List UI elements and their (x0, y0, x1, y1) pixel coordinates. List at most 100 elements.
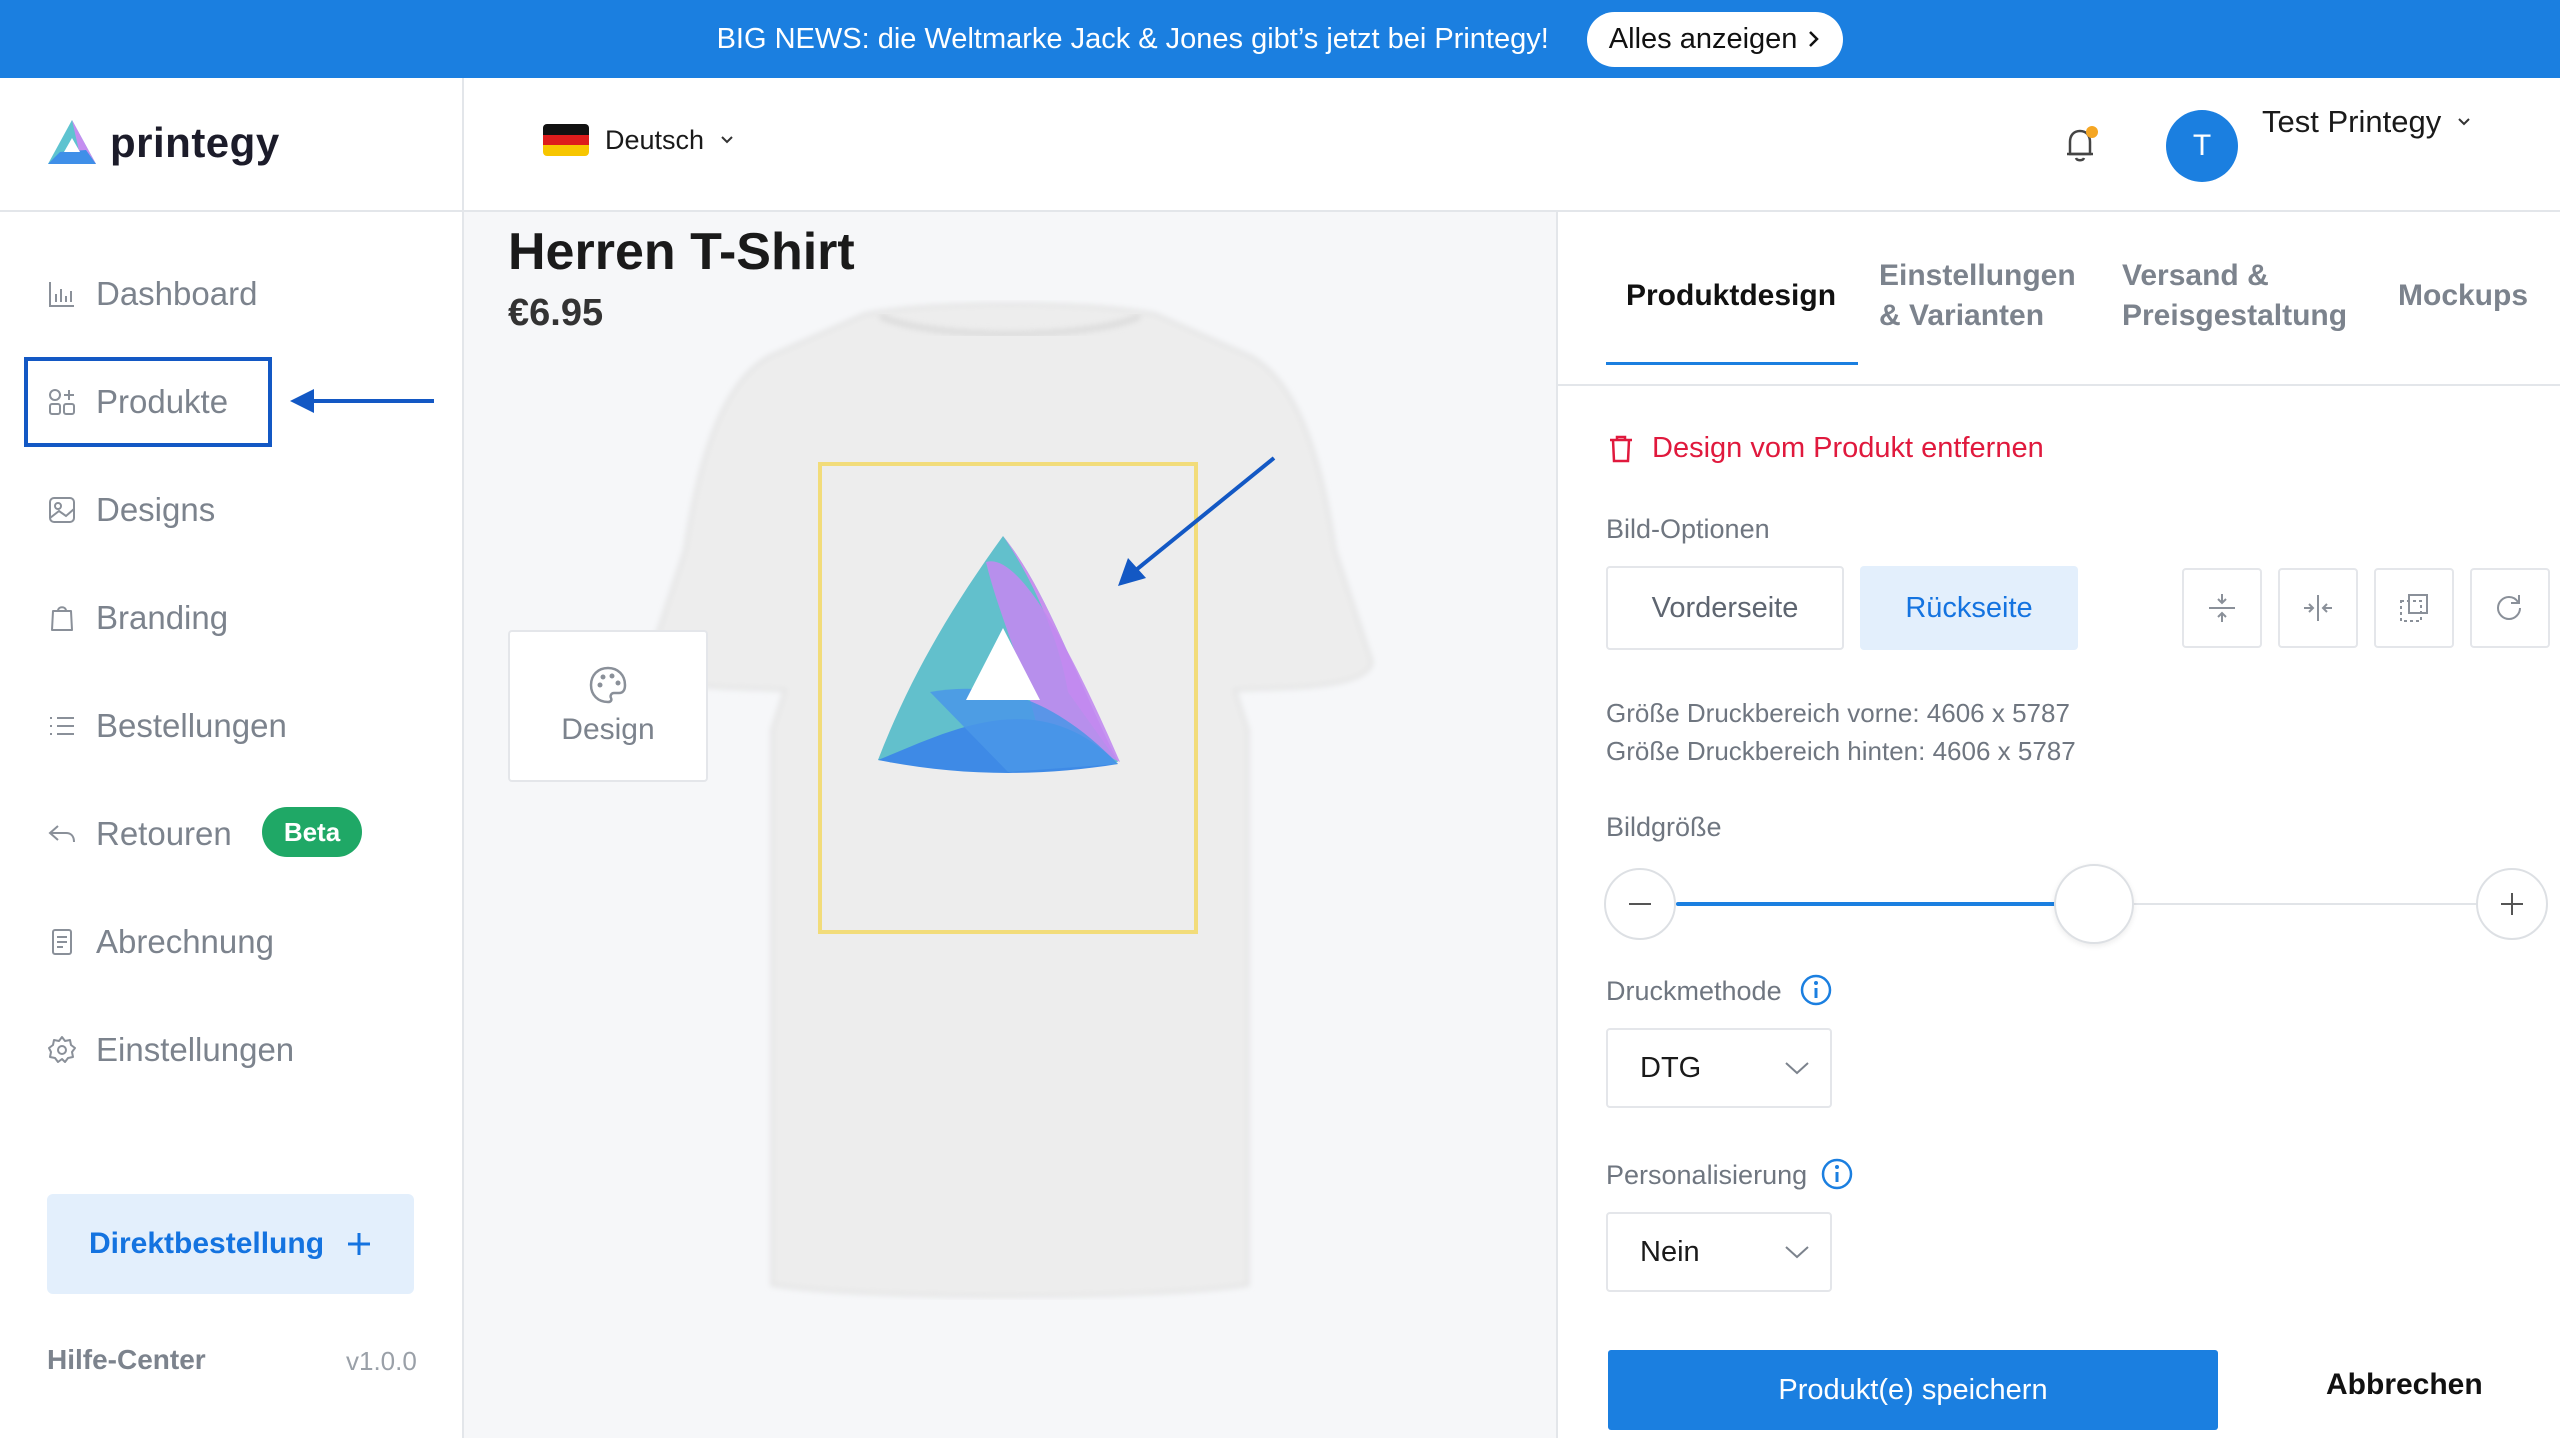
annotation-arrow-diagonal-icon (1118, 456, 1276, 586)
save-product-label: Produkt(e) speichern (1778, 1373, 2048, 1406)
plus-icon (2501, 893, 2523, 915)
sidebar-item-dashboard[interactable]: Dashboard (46, 264, 257, 324)
direct-order-button[interactable]: Direktbestellung (47, 1194, 414, 1294)
design-button[interactable]: Design (508, 630, 708, 782)
banner-text: BIG NEWS: die Weltmarke Jack & Jones gib… (716, 22, 1549, 55)
rotate-button[interactable] (2470, 568, 2550, 648)
chevron-right-icon (1809, 31, 1820, 47)
list-icon (50, 717, 74, 735)
chevron-down-icon (721, 136, 733, 144)
center-horizontal-button[interactable] (2278, 568, 2358, 648)
image-size-label: Bildgröße (1606, 812, 1722, 842)
image-size-slider-fill (1676, 902, 2095, 906)
sidebar-item-branding[interactable]: Branding (46, 588, 228, 648)
sidebar-item-label: Designs (96, 491, 216, 528)
info-icon[interactable] (1799, 973, 1833, 1007)
avatar-initial: T (2192, 129, 2212, 162)
document-icon (52, 929, 72, 955)
sidebar-item-label: Einstellungen (96, 1031, 295, 1068)
personalization-select[interactable]: Nein (1606, 1212, 1832, 1292)
sidebar-item-label: Abrechnung (96, 923, 274, 960)
user-menu[interactable]: Test Printegy (2262, 104, 2471, 140)
trash-icon (1610, 435, 1632, 462)
sidebar-item-label: Bestellungen (96, 707, 287, 744)
print-method-label: Druckmethode (1606, 976, 1782, 1006)
design-logo-image[interactable] (868, 532, 1138, 778)
language-selector[interactable]: Deutsch (543, 124, 734, 156)
size-decrease-button[interactable] (1604, 868, 1676, 940)
panel-divider (1556, 212, 1558, 1438)
tab-mockups[interactable]: Mockups (2398, 276, 2528, 316)
plus-icon (348, 1233, 371, 1255)
tab-label-line1: Einstellungen (1879, 259, 2076, 292)
print-method-select[interactable]: DTG (1606, 1028, 1832, 1108)
sidebar-item-label: Retouren (96, 815, 232, 852)
front-side-button[interactable]: Vorderseite (1606, 566, 1844, 650)
align-center-vertical-icon (2209, 594, 2235, 622)
rotate-icon (2496, 595, 2521, 621)
product-price: €6.95 (508, 292, 604, 334)
tab-label-line2: Preisgestaltung (2122, 299, 2348, 332)
cancel-button[interactable]: Abbrechen (2326, 1368, 2483, 1402)
user-name: Test Printegy (2262, 104, 2442, 139)
tab-label: Mockups (2398, 279, 2529, 312)
tabs-divider (1558, 384, 2560, 386)
tab-produktdesign[interactable]: Produktdesign (1626, 276, 1836, 316)
show-all-label: Alles anzeigen (1608, 22, 1798, 55)
resize-frame-icon (2400, 594, 2428, 622)
print-area-back-size: Größe Druckbereich hinten: 4606 x 5787 (1606, 736, 2076, 766)
brand-logo[interactable]: printegy (46, 118, 280, 168)
chevron-down-icon (2458, 118, 2470, 126)
show-all-button[interactable]: Alles anzeigen (1586, 11, 1844, 67)
annotation-arrow-left-icon (290, 389, 434, 413)
user-avatar[interactable]: T (2166, 110, 2238, 182)
tab-einstellungen-varianten[interactable]: Einstellungen & Varianten (1879, 256, 2076, 336)
language-label: Deutsch (605, 124, 705, 155)
chevron-down-icon (1785, 1062, 1809, 1075)
image-size-slider-thumb[interactable] (2054, 864, 2135, 944)
sidebar-item-label: Dashboard (96, 275, 258, 312)
brand-name: printegy (110, 119, 280, 166)
back-side-button[interactable]: Rückseite (1860, 566, 2078, 650)
tab-label-line1: Versand & (2122, 259, 2269, 292)
direct-order-label: Direktbestellung (88, 1227, 325, 1260)
personalization-label: Personalisierung (1606, 1160, 1808, 1190)
sidebar-item-retouren[interactable]: Retouren (46, 804, 232, 864)
notification-bell-icon[interactable] (2056, 120, 2104, 168)
chevron-down-icon (1785, 1246, 1809, 1259)
personalization-value: Nein (1640, 1235, 1700, 1268)
size-increase-button[interactable] (2476, 868, 2548, 940)
minus-icon (1629, 903, 1651, 905)
bar-chart-icon (49, 282, 74, 307)
promo-banner: BIG NEWS: die Weltmarke Jack & Jones gib… (0, 0, 2560, 78)
shopping-bag-icon (51, 606, 73, 631)
beta-badge-label: Beta (283, 816, 341, 847)
print-method-value: DTG (1640, 1051, 1702, 1084)
print-area-front-size: Größe Druckbereich vorne: 4606 x 5787 (1606, 698, 2070, 728)
sidebar-item-bestellungen[interactable]: Bestellungen (46, 696, 287, 756)
sidebar-item-einstellungen[interactable]: Einstellungen (46, 1020, 294, 1080)
fit-area-button[interactable] (2374, 568, 2454, 648)
printegy-logo-icon (48, 120, 96, 164)
image-icon (49, 497, 75, 523)
info-icon[interactable] (1820, 1157, 1854, 1191)
active-tab-indicator (1606, 362, 1858, 365)
tab-versand-preisgestaltung[interactable]: Versand & Preisgestaltung (2122, 256, 2347, 336)
remove-design-label: Design vom Produkt entfernen (1652, 432, 2044, 464)
palette-icon (589, 666, 627, 704)
annotation-highlight-box (24, 357, 272, 447)
product-title: Herren T-Shirt (508, 223, 855, 281)
remove-design-button[interactable]: Design vom Produkt entfernen (1608, 432, 2044, 465)
app-version: v1.0.0 (346, 1346, 417, 1376)
back-side-label: Rückseite (1905, 591, 2033, 624)
save-product-button[interactable]: Produkt(e) speichern (1608, 1350, 2218, 1430)
center-vertical-button[interactable] (2182, 568, 2262, 648)
germany-flag-icon (543, 124, 589, 156)
beta-badge: Beta (262, 807, 362, 857)
sidebar-item-designs[interactable]: Designs (46, 480, 215, 540)
help-center-link[interactable]: Hilfe-Center (47, 1344, 206, 1376)
sidebar-item-abrechnung[interactable]: Abrechnung (46, 912, 274, 972)
gear-icon (48, 1036, 76, 1063)
tab-label-line2: & Varianten (1879, 299, 2045, 332)
tab-label: Produktdesign (1626, 279, 1837, 312)
